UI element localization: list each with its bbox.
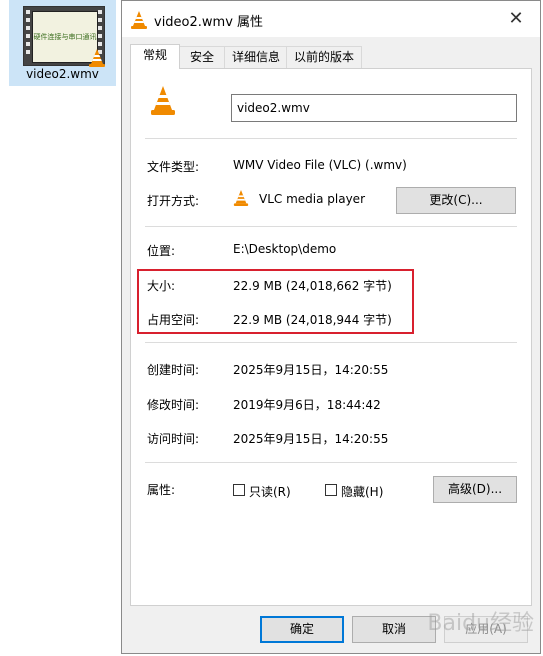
thumbnail-text: 硬件连接与串口通讯 xyxy=(33,33,97,41)
location-value: E:\Desktop\demo xyxy=(233,242,337,256)
vlc-cone-icon xyxy=(233,190,249,206)
window-title: video2.wmv 属性 xyxy=(154,15,264,30)
tab-security[interactable]: 安全 xyxy=(178,46,226,68)
accessed-value: 2025年9月15日，14:20:55 xyxy=(233,432,389,446)
tab-details[interactable]: 详细信息 xyxy=(224,46,288,68)
attributes-label: 属性: xyxy=(147,483,176,497)
file-type-label: 文件类型: xyxy=(147,160,200,174)
separator xyxy=(145,342,517,343)
hidden-label[interactable]: 隐藏(H) xyxy=(341,483,383,500)
separator xyxy=(145,462,517,463)
change-button[interactable]: 更改(C)... xyxy=(396,187,516,214)
separator xyxy=(145,226,517,227)
vlc-cone-icon xyxy=(151,86,175,115)
file-name-field[interactable] xyxy=(231,94,517,122)
vlc-cone-icon xyxy=(89,49,105,67)
opens-with-label: 打开方式: xyxy=(147,194,200,208)
file-type-value: WMV Video File (VLC) (.wmv) xyxy=(233,158,407,172)
film-holes-left xyxy=(25,10,31,62)
opens-with-value: VLC media player xyxy=(259,192,366,206)
properties-dialog: video2.wmv 属性 ✕ 常规 安全 详细信息 以前的版本 文件类型: W… xyxy=(121,0,541,654)
readonly-label[interactable]: 只读(R) xyxy=(249,483,291,500)
created-label: 创建时间: xyxy=(147,363,200,377)
ok-button[interactable]: 确定 xyxy=(260,616,344,643)
size-highlight-box xyxy=(137,269,414,334)
modified-value: 2019年9月6日，18:44:42 xyxy=(233,398,381,412)
apply-button[interactable]: 应用(A) xyxy=(444,616,528,643)
modified-label: 修改时间: xyxy=(147,398,200,412)
file-name-label: video2.wmv xyxy=(26,67,99,81)
created-value: 2025年9月15日，14:20:55 xyxy=(233,363,389,377)
vlc-cone-icon xyxy=(131,11,147,29)
tab-general[interactable]: 常规 xyxy=(130,44,180,69)
tab-previous-versions[interactable]: 以前的版本 xyxy=(286,46,362,68)
location-label: 位置: xyxy=(147,244,176,258)
readonly-checkbox[interactable] xyxy=(233,484,245,496)
desktop-file-item[interactable]: 硬件连接与串口通讯 video2.wmv xyxy=(9,0,116,86)
hidden-checkbox[interactable] xyxy=(325,484,337,496)
cancel-button[interactable]: 取消 xyxy=(352,616,436,643)
separator xyxy=(145,138,517,139)
title-bar[interactable]: video2.wmv 属性 ✕ xyxy=(122,1,540,37)
close-icon[interactable]: ✕ xyxy=(504,7,528,31)
video-thumbnail: 硬件连接与串口通讯 xyxy=(23,6,105,67)
advanced-button[interactable]: 高级(D)... xyxy=(433,476,517,503)
general-panel: 文件类型: WMV Video File (VLC) (.wmv) 打开方式: … xyxy=(130,68,532,606)
accessed-label: 访问时间: xyxy=(147,432,200,446)
